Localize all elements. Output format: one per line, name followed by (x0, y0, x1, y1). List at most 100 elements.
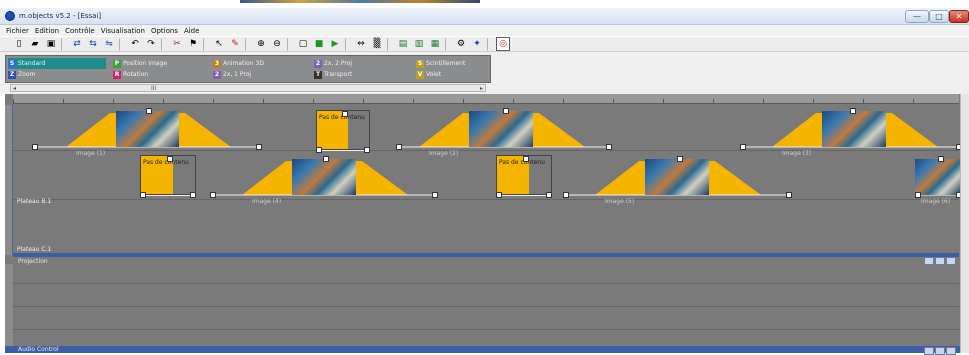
keyframe-handle[interactable] (323, 156, 329, 162)
effect-animation-3d[interactable]: 3 Animation 3D (213, 58, 264, 69)
scroll-grip[interactable]: III (151, 85, 156, 92)
keyframe-handle[interactable] (496, 192, 502, 198)
keyframe-handle[interactable] (432, 192, 438, 198)
disabled-icon[interactable]: ▒ (370, 37, 384, 51)
keyframe-handle[interactable] (850, 108, 856, 114)
image-clip[interactable]: Image (2) (396, 107, 612, 157)
time-ruler[interactable] (13, 94, 959, 104)
keyframe-handle[interactable] (364, 147, 370, 153)
minimize-button[interactable]: — (905, 10, 929, 23)
keyframe-handle[interactable] (396, 144, 402, 150)
frame-icon[interactable]: ▢ (296, 37, 310, 51)
keyframe-handle[interactable] (316, 147, 322, 153)
keyframe-handle[interactable] (740, 144, 746, 150)
screen-icon[interactable]: ▤ (396, 37, 410, 51)
keyframe-handle[interactable] (342, 111, 348, 117)
screen-alt-icon[interactable]: ▥ (412, 37, 426, 51)
keyframe-handle[interactable] (937, 156, 944, 162)
effect-transport[interactable]: T Transport (314, 69, 352, 80)
scroll-left-icon[interactable]: ◂ (13, 85, 16, 92)
loop-icon[interactable]: ⇔ (354, 37, 368, 51)
settings-icon[interactable]: ⚙ (454, 37, 468, 51)
effect-volet[interactable]: V Volet (416, 69, 441, 80)
cut-icon[interactable]: ✂ (170, 37, 184, 51)
menu-aide[interactable]: Aide (184, 27, 199, 35)
new-icon[interactable]: ▯ (12, 37, 26, 51)
effect-standard[interactable]: S Standard (8, 58, 106, 69)
track-icon[interactable]: ⇄ (70, 37, 84, 51)
pane-min-icon[interactable] (924, 347, 934, 355)
effect-2x-2-proj[interactable]: 2 2x, 2 Proj (314, 58, 352, 69)
zoom-in-icon[interactable]: ⊕ (254, 37, 268, 51)
menu-controle[interactable]: Contrôle (65, 27, 95, 35)
image-clip[interactable]: Image (4) (210, 155, 438, 205)
open-icon[interactable]: ▰ (28, 37, 42, 51)
image-clip[interactable]: Image (6) (865, 155, 966, 205)
image-clip[interactable]: Image (5) (563, 155, 792, 205)
keyframe-handle[interactable] (167, 156, 173, 162)
track-add-icon[interactable]: ⇆ (86, 37, 100, 51)
empty-clip[interactable]: Pas de contenu (316, 110, 370, 153)
pane-min-icon[interactable] (924, 257, 934, 265)
menu-fichier[interactable]: Fichier (6, 27, 29, 35)
menu-options[interactable]: Options (151, 27, 178, 35)
pane-restore-icon[interactable] (935, 347, 945, 355)
keyframe-handle[interactable] (256, 144, 262, 150)
audio-pane-buttons[interactable] (924, 347, 956, 355)
image-clip[interactable]: Image (3) (740, 107, 962, 157)
pointer-icon[interactable]: ↖ (212, 37, 226, 51)
vertical-scrollbar[interactable] (960, 94, 969, 353)
projection-pane-buttons[interactable] (924, 257, 956, 265)
keyframe-handle[interactable] (146, 108, 152, 114)
keyframe-handle[interactable] (523, 156, 529, 162)
keyframe-handle[interactable] (606, 144, 612, 150)
keyframe-handle[interactable] (546, 192, 552, 198)
keyframe-handle[interactable] (786, 192, 792, 198)
effect-position-image[interactable]: P Position Image (113, 58, 167, 69)
keyframe-handle[interactable] (32, 144, 38, 150)
effect-scintillement[interactable]: S Scintillement (416, 58, 465, 69)
screen-alt2-icon[interactable]: ▦ (428, 37, 442, 51)
keyframe-handle[interactable] (676, 156, 683, 162)
audio-label: Audio Control (18, 346, 59, 353)
menu-edition[interactable]: Edition (35, 27, 59, 35)
menu-visualisation[interactable]: Visualisation (101, 27, 145, 35)
redo-icon[interactable]: ↷ (144, 37, 158, 51)
toolbar-separator (487, 37, 493, 51)
ruler-tick (563, 99, 564, 104)
marker-icon[interactable]: ⚑ (186, 37, 200, 51)
effect-2x-1-proj[interactable]: 2 2x, 1 Proj (213, 69, 251, 80)
image-clip[interactable]: Image (1) (32, 107, 262, 157)
scroll-right-icon[interactable]: ▸ (480, 85, 483, 92)
proj-2-icon: 2 (314, 59, 322, 68)
pane-close-icon[interactable] (946, 257, 956, 265)
empty-clip[interactable]: Pas de contenu (496, 155, 552, 198)
keyframe-handle[interactable] (140, 192, 146, 198)
keyframe-handle[interactable] (915, 192, 921, 198)
effect-rotation[interactable]: R Rotation (113, 69, 148, 80)
keyframe-handle[interactable] (210, 192, 216, 198)
play-icon[interactable]: ▶ (328, 37, 342, 51)
preview-icon[interactable]: ◎ (496, 37, 510, 51)
save-icon[interactable]: ▣ (44, 37, 58, 51)
app-icon (5, 11, 15, 21)
pane-restore-icon[interactable] (935, 257, 945, 265)
stop-icon[interactable]: ■ (312, 37, 326, 51)
clip-label: Image (5) (605, 198, 635, 205)
pane-close-icon[interactable] (946, 347, 956, 355)
effects-scrollbar[interactable]: ◂ III ▸ (10, 84, 486, 92)
pen-icon[interactable]: ✎ (228, 37, 242, 51)
proj-1-icon: 2 (213, 70, 221, 79)
wand-icon[interactable]: ✦ (470, 37, 484, 51)
effect-zoom[interactable]: Z Zoom (8, 69, 35, 80)
zoom-out-icon[interactable]: ⊖ (270, 37, 284, 51)
maximize-button[interactable]: □ (929, 10, 949, 23)
close-button[interactable]: ✕ (949, 10, 969, 23)
undo-icon[interactable]: ↶ (128, 37, 142, 51)
keyframe-handle[interactable] (563, 192, 569, 198)
empty-clip[interactable]: Pas de contenu (140, 155, 196, 198)
keyframe-handle[interactable] (190, 192, 196, 198)
keyframe-handle[interactable] (503, 108, 509, 114)
track-remove-icon[interactable]: ⇋ (102, 37, 116, 51)
toolbar: ▯ ▰ ▣ ⇄ ⇆ ⇋ ↶ ↷ ✂ ⚑ ↖ ✎ ⊕ ⊖ ▢ ■ ▶ ⇔ ▒ ▤ ▥ ▦ ⚙ ✦ ◎ (0, 37, 969, 52)
